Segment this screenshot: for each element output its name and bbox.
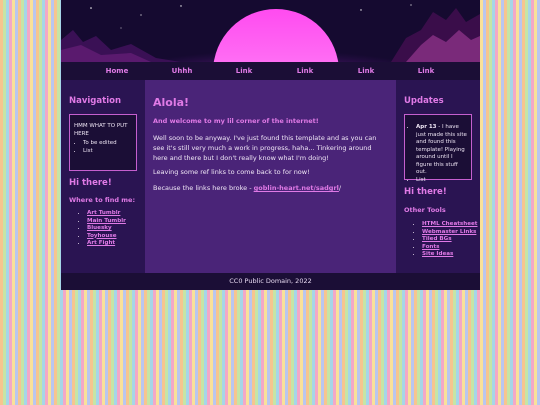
link-main-tumblr[interactable]: Main Tumblr [87, 218, 126, 224]
updates-box: Apr 13 - I have just made this site and … [404, 114, 472, 183]
top-navigation: Home Uhhh Link Link Link Link [61, 62, 480, 80]
link-bluesky[interactable]: Bluesky [87, 225, 112, 231]
list-item: HTML Cheatsheet [422, 221, 477, 229]
right-sidebar: Updates Apr 13 - I have just made this s… [396, 80, 480, 273]
navigation-heading: Navigation [69, 96, 121, 106]
list-item: Art Fight [87, 240, 126, 248]
nav-link-6[interactable]: Link [418, 62, 435, 80]
link-html-cheatsheet[interactable]: HTML Cheatsheet [422, 221, 477, 227]
update-text: - I have just made this site and found t… [416, 124, 467, 175]
navigation-box-item: To be edited [83, 140, 132, 148]
hi-there-heading-right: Hi there! [404, 187, 447, 197]
intro-paragraph: Well soon to be anyway. I've just found … [153, 134, 377, 162]
site-container: Home Uhhh Link Link Link Link Navigation… [61, 0, 480, 290]
sadgrl-link[interactable]: goblin-heart.net/sadgrl [254, 184, 339, 192]
update-item: List [416, 177, 468, 185]
tools-links-list: HTML Cheatsheet Webmaster Links Tiled BG… [413, 221, 477, 259]
page-title: Alola! [153, 96, 190, 109]
nav-link-5[interactable]: Link [358, 62, 375, 80]
navigation-box: HMM WHAT TO PUT HERE To be edited List [69, 114, 137, 171]
trailing-slash: / [338, 184, 342, 192]
header-banner [61, 0, 480, 62]
nav-link-uhhh[interactable]: Uhhh [172, 62, 193, 80]
list-item: Webmaster Links [422, 229, 477, 237]
list-item: Fonts [422, 244, 477, 252]
updates-list: Apr 13 - I have just made this site and … [407, 124, 468, 184]
link-webmaster-links[interactable]: Webmaster Links [422, 229, 476, 235]
update-item: Apr 13 - I have just made this site and … [416, 124, 468, 177]
link-art-fight[interactable]: Art Fight [87, 240, 115, 246]
broken-links-text: Because the links here broke - [153, 184, 254, 192]
list-item: Bluesky [87, 225, 126, 233]
welcome-subtitle: And welcome to my lil corner of the inte… [153, 117, 319, 125]
link-tiled-bgs[interactable]: Tiled BGs [422, 236, 452, 242]
synthwave-sun-image [61, 0, 480, 62]
hi-there-heading-left: Hi there! [69, 178, 112, 188]
ref-links-paragraph: Leaving some ref links to come back to f… [153, 168, 310, 176]
link-site-ideas[interactable]: Site Ideas [422, 251, 453, 257]
navigation-box-item: List [83, 148, 132, 156]
link-toyhouse[interactable]: Toyhouse [87, 233, 117, 239]
update-date: Apr 13 [416, 124, 437, 130]
footer: CC0 Public Domain, 2022 [61, 273, 480, 290]
where-to-find-me-heading: Where to find me: [69, 196, 136, 204]
list-item: Site Ideas [422, 251, 477, 259]
other-tools-heading: Other Tools [404, 206, 446, 214]
footer-text: CC0 Public Domain, 2022 [229, 277, 312, 285]
link-art-tumblr[interactable]: Art Tumblr [87, 210, 120, 216]
social-links-list: Art Tumblr Main Tumblr Bluesky Toyhouse … [78, 210, 126, 248]
link-fonts[interactable]: Fonts [422, 244, 439, 250]
updates-heading: Updates [404, 96, 444, 106]
nav-link-4[interactable]: Link [297, 62, 314, 80]
main-content: Alola! And welcome to my lil corner of t… [145, 80, 396, 273]
list-item: Main Tumblr [87, 218, 126, 226]
list-item: Art Tumblr [87, 210, 126, 218]
broken-links-paragraph: Because the links here broke - goblin-he… [153, 183, 385, 193]
nav-link-3[interactable]: Link [236, 62, 253, 80]
left-sidebar: Navigation HMM WHAT TO PUT HERE To be ed… [61, 80, 145, 273]
navigation-box-text: HMM WHAT TO PUT HERE [74, 123, 128, 137]
list-item: Toyhouse [87, 233, 126, 241]
list-item: Tiled BGs [422, 236, 477, 244]
nav-link-home[interactable]: Home [106, 62, 129, 80]
